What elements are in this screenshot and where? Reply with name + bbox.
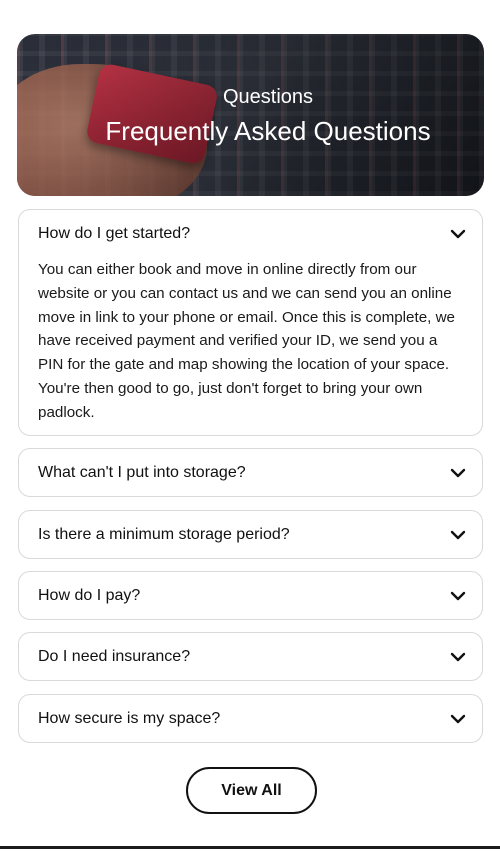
hero-eyebrow: Questions <box>222 86 314 108</box>
chevron-down-icon[interactable] <box>450 228 466 240</box>
chevron-down-icon[interactable] <box>450 590 466 602</box>
faq-question[interactable]: What can't I put into storage? <box>38 464 246 482</box>
faq-item-how-pay[interactable]: How do I pay? <box>18 571 483 620</box>
faq-item-insurance[interactable]: Do I need insurance? <box>18 632 483 681</box>
faq-question[interactable]: How secure is my space? <box>38 710 220 728</box>
faq-item-minimum-period[interactable]: Is there a minimum storage period? <box>18 510 483 559</box>
view-all-button[interactable]: View All <box>186 767 317 814</box>
faq-question[interactable]: How do I get started? <box>38 225 190 243</box>
chevron-down-icon[interactable] <box>450 467 466 479</box>
chevron-down-icon[interactable] <box>450 651 466 663</box>
page-title: Frequently Asked Questions <box>105 116 431 146</box>
faq-item-security[interactable]: How secure is my space? <box>18 694 483 743</box>
faq-question[interactable]: Is there a minimum storage period? <box>38 526 290 544</box>
faq-question[interactable]: Do I need insurance? <box>38 648 190 666</box>
hero-overlay <box>17 34 484 196</box>
chevron-down-icon[interactable] <box>450 529 466 541</box>
faq-item-cant-store[interactable]: What can't I put into storage? <box>18 448 483 497</box>
faq-item-get-started[interactable]: How do I get started? You can either boo… <box>18 209 483 436</box>
hero-banner: Questions Frequently Asked Questions <box>17 34 484 196</box>
bottom-divider <box>0 846 500 849</box>
faq-question[interactable]: How do I pay? <box>38 587 140 605</box>
chevron-down-icon[interactable] <box>450 713 466 725</box>
faq-answer: You can either book and move in online d… <box>38 261 456 421</box>
